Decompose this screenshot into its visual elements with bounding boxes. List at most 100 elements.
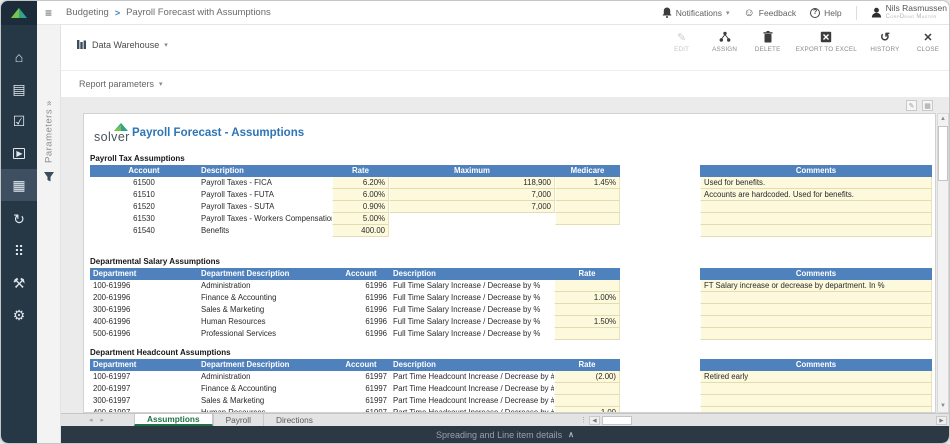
comment-cell[interactable]: FT Salary increase or decrease by depart… — [700, 280, 932, 292]
comments-header: Comments — [700, 165, 932, 177]
tab-scroll-left-icon[interactable]: ◂ — [85, 414, 97, 426]
report-parameters-toggle[interactable]: Report parameters ▾ — [79, 79, 163, 89]
data-warehouse-icon — [76, 39, 87, 50]
comment-cell[interactable] — [700, 383, 932, 395]
comments-table: CommentsFT Salary increase or decrease b… — [700, 268, 932, 340]
breadcrumb-section[interactable]: Budgeting — [66, 7, 109, 18]
horizontal-scroll-thumb[interactable] — [602, 416, 632, 425]
scroll-down-arrow[interactable]: ▼ — [938, 401, 948, 412]
assign-button[interactable]: ASSIGN — [710, 30, 740, 53]
sidebar-item-tools[interactable]: ⚒ — [1, 267, 37, 299]
history-button[interactable]: ↺HISTORY — [870, 30, 900, 53]
parameters-panel[interactable]: Parameters » — [37, 25, 61, 443]
history-label: HISTORY — [870, 46, 899, 53]
input-cell[interactable]: 5.00% — [332, 213, 389, 225]
data-cell: Human Resources — [198, 316, 332, 328]
input-cell[interactable] — [555, 189, 620, 201]
input-cell[interactable]: (2.00) — [554, 371, 620, 383]
section-label: Department Headcount Assumptions — [90, 348, 231, 357]
user-role: CorpDemo Master — [886, 13, 947, 22]
solver-logo-mark[interactable] — [1, 1, 37, 25]
sidebar-item-assignments[interactable]: ☑ — [1, 105, 37, 137]
vertical-scrollbar[interactable]: ▲ ▼ — [937, 113, 949, 413]
comment-cell[interactable]: Used for benefits. — [700, 177, 932, 189]
input-cell[interactable]: 118,900 — [389, 177, 555, 189]
delete-button[interactable]: DELETE — [753, 30, 783, 53]
input-cell[interactable]: 6.20% — [332, 177, 389, 189]
sheet-tab-payroll[interactable]: Payroll — [213, 414, 263, 426]
scroll-right-arrow[interactable]: ▶ — [936, 416, 947, 425]
column-header: Department — [90, 268, 198, 280]
close-button[interactable]: ✕CLOSE — [913, 30, 943, 53]
input-cell[interactable]: 1.50% — [554, 316, 620, 328]
comment-cell[interactable]: Accounts are hardcoded. Used for benefit… — [700, 189, 932, 201]
input-cell[interactable]: 7,000 — [389, 189, 555, 201]
data-cell: 500-61996 — [90, 328, 198, 340]
column-header: Account — [332, 268, 390, 280]
popout-edit-icon[interactable]: ✎ — [906, 100, 917, 111]
scroll-up-arrow[interactable]: ▲ — [938, 114, 948, 125]
budgeting-icon: ▦ — [12, 177, 25, 194]
help-label: Help — [824, 8, 841, 18]
assign-label: ASSIGN — [712, 46, 737, 53]
feedback-button[interactable]: ☺ Feedback — [744, 8, 797, 18]
horizontal-scrollbar[interactable]: ⋮ ◀ ▶ — [580, 414, 949, 426]
input-cell[interactable] — [555, 201, 620, 213]
sheet-tab-bar: ◂ ▸ AssumptionsPayrollDirections ⋮ ◀ ▶ — [61, 413, 949, 426]
sidebar-item-report-library[interactable]: ▤ — [1, 73, 37, 105]
column-header: Department Description — [198, 359, 332, 371]
input-cell[interactable] — [554, 328, 620, 340]
process-icon: ⠿ — [14, 243, 24, 260]
sheet-tab-assumptions[interactable]: Assumptions — [134, 414, 213, 426]
comment-cell[interactable] — [700, 213, 932, 225]
grid-view-icon[interactable]: ▦ — [922, 100, 933, 111]
column-header: Description — [198, 165, 332, 177]
comment-cell[interactable] — [700, 395, 932, 407]
data-cell: Full Time Salary Increase / Decrease by … — [390, 328, 554, 340]
scroll-left-arrow[interactable]: ◀ — [589, 416, 600, 425]
input-cell[interactable] — [554, 304, 620, 316]
notifications-button[interactable]: Notifications ▾ — [662, 7, 730, 18]
input-cell[interactable] — [555, 213, 620, 225]
column-header: Description — [390, 359, 554, 371]
comment-cell[interactable] — [700, 316, 932, 328]
spreading-details-bar[interactable]: Spreading and Line item details ∧ — [61, 426, 949, 443]
export-to-excel-button[interactable]: EXPORT TO EXCEL — [796, 30, 857, 53]
user-menu[interactable]: Nils Rasmussen CorpDemo Master — [871, 4, 947, 22]
input-cell[interactable]: 6.00% — [332, 189, 389, 201]
sidebar-item-settings[interactable]: ⚙ — [1, 299, 37, 331]
input-cell[interactable] — [554, 395, 620, 407]
comment-cell[interactable] — [700, 328, 932, 340]
sidebar-item-publish[interactable]: ↻ — [1, 203, 37, 235]
data-cell: Sales & Marketing — [198, 395, 332, 407]
vertical-scroll-thumb[interactable] — [938, 126, 948, 181]
column-header: Rate — [332, 165, 389, 177]
sidebar-item-home[interactable]: ⌂ — [1, 41, 37, 73]
data-cell: Full Time Salary Increase / Decrease by … — [390, 316, 554, 328]
input-cell[interactable]: 0.90% — [332, 201, 389, 213]
edit-label: EDIT — [674, 46, 689, 53]
tab-scroll-right-icon[interactable]: ▸ — [97, 414, 109, 426]
input-cell[interactable]: 1.00% — [554, 292, 620, 304]
input-cell[interactable]: 1.45% — [555, 177, 620, 189]
comment-cell[interactable]: Retired early — [700, 371, 932, 383]
app-window: ⌂▤☑▶▦↻⠿⚒⚙ Parameters » ≡ Budgeting > Pay… — [1, 1, 949, 443]
sidebar-item-budgeting[interactable]: ▦ — [1, 169, 37, 201]
comment-cell[interactable] — [700, 292, 932, 304]
input-cell[interactable]: 400.00 — [332, 225, 389, 237]
comment-cell[interactable] — [700, 304, 932, 316]
data-cell: Full Time Salary Increase / Decrease by … — [390, 280, 554, 292]
input-cell[interactable] — [554, 280, 620, 292]
input-cell[interactable] — [554, 383, 620, 395]
sidebar-item-report-player[interactable]: ▶ — [1, 137, 37, 169]
comment-cell[interactable] — [700, 225, 932, 237]
help-button[interactable]: ? Help — [810, 8, 841, 18]
sheet-tab-directions[interactable]: Directions — [263, 414, 325, 426]
comment-cell[interactable] — [700, 201, 932, 213]
data-cell: 400-61996 — [90, 316, 198, 328]
hamburger-menu-icon[interactable]: ≡ — [45, 6, 52, 20]
data-source-selector[interactable]: Data Warehouse ▾ — [76, 39, 168, 50]
resize-handle-icon[interactable]: ⋮ — [580, 416, 587, 424]
input-cell[interactable]: 7,000 — [389, 201, 555, 213]
sidebar-item-process[interactable]: ⠿ — [1, 235, 37, 267]
